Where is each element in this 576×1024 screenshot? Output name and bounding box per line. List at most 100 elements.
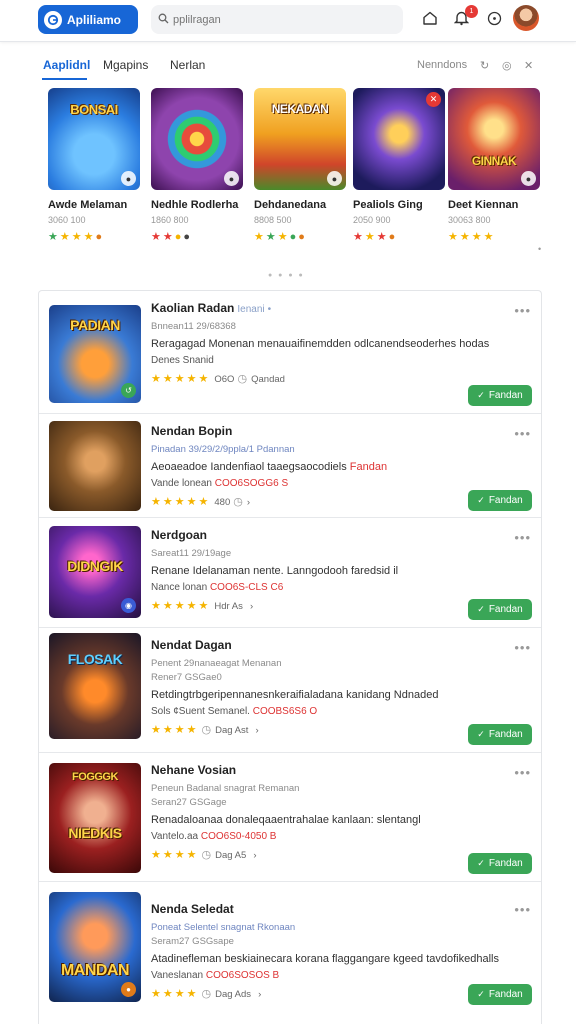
list-item[interactable]: FLOSAK Nendat Dagan Penent 29nanaeagat M… [39,628,541,753]
more-options-icon[interactable]: ••• [514,530,531,545]
app-rating: ★ ★ ★ ★ ◷ Dag A5 › [151,849,257,861]
badge-icon: ✕ [426,92,441,107]
install-button[interactable]: ✓ Fandan [468,490,532,511]
app-description: Atadinefleman beskiainecara korana flagg… [151,953,499,965]
badge-icon: ◉ [121,598,136,613]
featured-card[interactable]: ● Nedhle Rodlerha 1860 800 ★ ★ ● ● [151,88,243,243]
badge-icon: ● [327,171,342,186]
home-icon[interactable] [421,9,439,27]
star-rating: ★ ★ ★ ★ ● [48,231,103,243]
brand-button[interactable]: Apliliamo [38,5,138,34]
install-button[interactable]: ✓ Fandan [468,984,532,1005]
app-meta: Penent 29nanaeagat Menanan [151,658,282,669]
star-rating: ★ ★ ★ ● ● [254,231,305,243]
top-bar: Apliliamo 1 [0,0,576,42]
app-meta: Pinadan 39/29/2/9ppla/1 Pdannan [151,444,295,455]
featured-title: Pealiols Ging [353,199,423,211]
app-thumbnail: FOGGGK NIEDKIS [49,763,141,873]
install-button[interactable]: ✓ Fandan [468,724,532,745]
featured-app-icon: BONSAI ● [48,88,140,190]
filter-link[interactable]: Nenndons [417,59,467,71]
featured-subtitle: 1860 800 [151,215,189,225]
featured-title: Dehdanedana [254,199,327,211]
featured-card[interactable]: BONSAI ● Awde Melaman 3060 100 ★ ★ ★ ★ ● [48,88,140,243]
app-meta-secondary: Seram27 GSGsape [151,936,234,947]
notification-bell-icon[interactable]: 1 [452,5,478,27]
featured-title: Deet Kiennan [448,199,519,211]
more-options-icon[interactable]: ••• [514,303,531,318]
download-icon: ✓ [477,729,485,739]
app-meta-secondary: Rener7 GSGae0 [151,672,222,683]
app-title: Nerdgoan [151,528,208,542]
clock-icon: ◷ [233,496,243,508]
clock-icon: ◷ [237,373,248,385]
app-developer: Vantelo.aa COO6S0-4050 B [151,831,277,842]
list-item[interactable]: DIDNGIK ◉ Nerdgoan Sareat11 29/19age Ren… [39,518,541,628]
featured-app-icon: NEKADAN ● [254,88,346,190]
info-icon[interactable] [485,9,503,27]
more-options-icon[interactable]: ••• [514,426,531,441]
search-icon [158,11,169,29]
app-developer: Sols ¢Suent Semanel. COOBS6S6 O [151,706,318,717]
app-thumbnail: FLOSAK [49,633,141,739]
list-item[interactable]: PADIAN ↺ Kaolian Radan Ienani • Bnnean11 2… [39,291,541,414]
settings-icon[interactable]: ↻ [480,59,489,72]
active-tab-indicator [42,78,87,80]
app-rating: ★ ★ ★ ★ ★ O6O ◷ Qandad [151,373,285,385]
app-rating: ★ ★ ★ ★ ◷ Dag Ads › [151,988,262,1000]
app-title: Nendat Dagan [151,638,232,652]
app-rating: ★ ★ ★ ★ ★ 480 ◷ › [151,496,251,508]
featured-subtitle: 8808 500 [254,215,292,225]
carousel-next-icon[interactable]: • [538,244,541,254]
notification-badge: 1 [465,5,478,18]
badge-icon: ● [121,982,136,997]
tab-bar: Aaplidnl Mgapins Nerlan Nenndons ↻ ◎ ✕ [0,52,576,82]
featured-card[interactable]: ✕ Pealiols Ging 2050 900 ★ ★ ★ ● [353,88,445,243]
app-thumbnail: DIDNGIK ◉ [49,526,141,618]
featured-subtitle: 3060 100 [48,215,86,225]
more-options-icon[interactable]: ••• [514,640,531,655]
app-description: Renane Idelanaman nente. Lanngodooh fare… [151,565,399,577]
app-thumbnail: MANDAN ● [49,892,141,1002]
install-button[interactable]: ✓ Fandan [468,853,532,874]
close-icon[interactable]: ✕ [524,59,533,72]
list-item[interactable]: FOGGGK NIEDKIS Nehane Vosian Peneun Bada… [39,753,541,882]
featured-app-icon: ✕ [353,88,445,190]
app-meta: Poneat Selentel snagnat Rkonaan [151,922,296,933]
tab-apps[interactable]: Aaplidnl [43,58,90,72]
badge-icon: ● [521,171,536,186]
featured-card[interactable]: GINNAK ● Deet Kiennan 30063 800 ★ ★ ★ ★ [448,88,540,243]
star-rating: ★ ★ ★ ● [353,231,396,243]
app-developer: Vaneslanan COO6SOSOS B [151,970,280,981]
more-options-icon[interactable]: ••• [514,765,531,780]
list-item[interactable]: MANDAN ● Nenda Seledat Poneat Selentel s… [39,882,541,1024]
app-title: Nehane Vosian [151,763,237,777]
search-box[interactable] [151,5,403,34]
app-title: Kaolian Radan Ienani • [151,301,272,315]
tab-games[interactable]: Mgapins [103,58,148,72]
install-button[interactable]: ✓ Fandan [468,385,532,406]
app-rating: ★ ★ ★ ★ ◷ Dag Ast › [151,724,259,736]
featured-carousel: BONSAI ● Awde Melaman 3060 100 ★ ★ ★ ★ ● ● N… [38,82,542,272]
featured-subtitle: 30063 800 [448,215,491,225]
more-options-icon[interactable]: ••• [514,902,531,917]
download-icon: ✓ [477,989,485,999]
carousel-pagination[interactable]: ● ● ● ● [268,272,305,279]
app-title: Nendan Bopin [151,424,233,438]
download-icon: ✓ [477,858,485,868]
featured-title: Nedhle Rodlerha [151,199,239,211]
clock-icon: ◷ [201,724,212,736]
brand-logo-icon [44,10,62,29]
list-item[interactable]: Nendan Bopin Pinadan 39/29/2/9ppla/1 Pda… [39,414,541,518]
install-button[interactable]: ✓ Fandan [468,599,532,620]
brand-label: Apliliamo [67,12,122,27]
tab-movies[interactable]: Nerlan [170,58,205,72]
featured-subtitle: 2050 900 [353,215,391,225]
search-input[interactable] [173,13,393,26]
clock-icon: ◷ [201,988,212,1000]
app-description: Reragagad Monenan menauaifinemdden odlca… [151,338,490,350]
user-avatar[interactable] [513,5,539,31]
featured-card[interactable]: NEKADAN ● Dehdanedana 8808 500 ★ ★ ★ ● ● [254,88,346,243]
globe-icon[interactable]: ◎ [502,59,512,72]
app-description: Aeoaeadoe Iandenfiaol taaegsaocodiels Fa… [151,461,388,473]
